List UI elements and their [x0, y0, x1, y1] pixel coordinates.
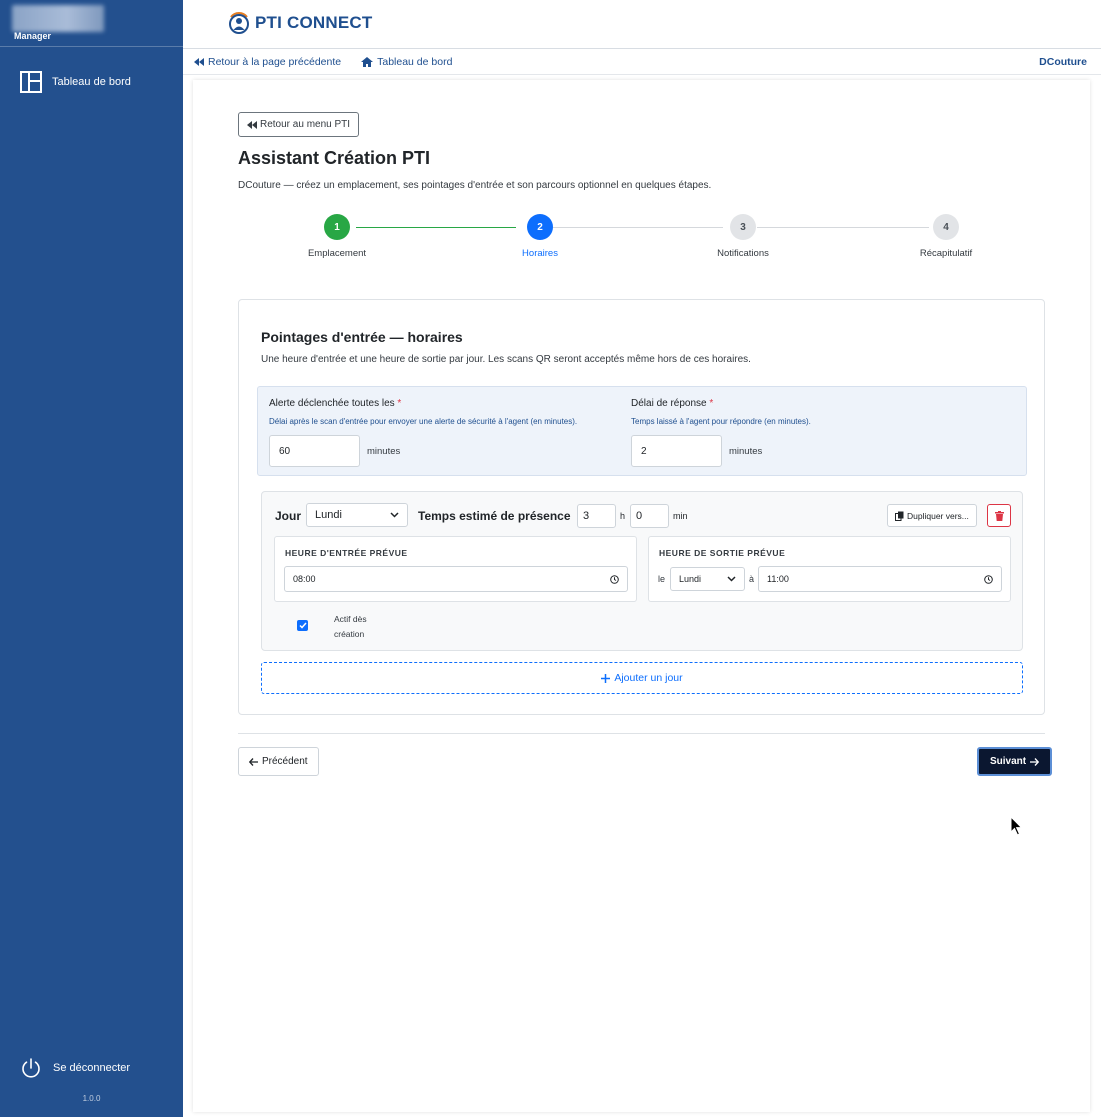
sidebar-item-label: Tableau de bord — [52, 76, 131, 88]
clock-icon — [984, 574, 993, 584]
entry-time-input[interactable]: 08:00 — [284, 566, 628, 592]
duplicate-day-button[interactable]: Dupliquer vers... — [887, 504, 977, 527]
back-to-pti-menu-button[interactable]: Retour au menu PTI — [238, 112, 360, 137]
response-delay-input[interactable]: 2 — [631, 435, 722, 467]
back-previous-page-link[interactable]: Retour à la page précédente — [194, 56, 341, 68]
blurred-brand-logo — [12, 5, 104, 32]
response-delay-help: Temps laissé à l'agent pour répondre (en… — [631, 417, 811, 426]
logout-label: Se déconnecter — [53, 1062, 131, 1074]
entry-schedule-section: Pointages d'entrée — horaires Une heure … — [238, 299, 1045, 715]
sidebar-item-dashboard[interactable]: Tableau de bord — [20, 71, 131, 93]
exit-time-title: HEURE DE SORTIE PRÉVUE — [659, 548, 786, 558]
step-recapitulatif[interactable]: 4 Récapitulatif — [886, 214, 1006, 259]
app-version: 1.0.0 — [82, 1094, 101, 1103]
entry-time-card: HEURE D'ENTRÉE PRÉVUE 08:00 — [274, 536, 637, 602]
alert-interval-help: Délai après le scan d'entrée pour envoye… — [269, 417, 578, 426]
exit-time-input[interactable]: 11:00 — [758, 566, 1002, 592]
estimated-presence-label: Temps estimé de présence — [418, 509, 571, 523]
response-delay-unit: minutes — [729, 446, 763, 457]
arrow-left-icon — [249, 757, 258, 766]
double-arrow-left-icon — [194, 58, 204, 66]
user-role: Manager — [14, 31, 52, 41]
sidebar: Manager Tableau de bord Se déconnecter 1… — [0, 0, 183, 1117]
step-circle: 2 — [527, 214, 553, 240]
section-subtitle: Une heure d'entrée et une heure de sorti… — [261, 354, 751, 365]
exit-day-select[interactable]: Lundi — [670, 567, 745, 591]
plus-icon — [601, 673, 611, 683]
step-notifications[interactable]: 3 Notifications — [683, 214, 803, 259]
brand-name: PTI CONNECT — [255, 13, 373, 32]
estimated-minutes-input[interactable]: 0 — [630, 504, 669, 528]
next-button[interactable]: Suivant — [977, 747, 1053, 776]
day-schedule-card: Jour Lundi Temps estimé de présence 3 h … — [261, 491, 1023, 651]
copy-icon — [895, 511, 904, 521]
add-day-button[interactable]: Ajouter un jour — [261, 662, 1023, 694]
day-label: Jour — [275, 509, 302, 523]
previous-button[interactable]: Précédent — [238, 747, 319, 776]
step-label: Emplacement — [307, 248, 367, 259]
minutes-unit: min — [673, 511, 688, 521]
alert-settings-panel: Alerte déclenchée toutes les * Délai apr… — [257, 386, 1027, 476]
active-on-creation-label: Actif dès création — [334, 614, 367, 639]
day-select[interactable]: Lundi — [306, 503, 408, 527]
brand-logo[interactable]: PTI CONNECT — [227, 11, 372, 35]
chevron-down-icon — [727, 576, 736, 582]
exit-day-prefix: le — [658, 574, 666, 584]
security-agent-logo-icon — [229, 12, 249, 34]
exit-time-card: HEURE DE SORTIE PRÉVUE le Lundi à 11:00 — [648, 536, 1011, 602]
top-bar: PTI CONNECT — [183, 0, 1101, 49]
step-horaires[interactable]: 2 Horaires — [480, 214, 600, 259]
step-circle: 3 — [730, 214, 756, 240]
step-label: Récapitulatif — [919, 248, 973, 259]
alert-interval-label: Alerte déclenchée toutes les * — [269, 398, 402, 409]
dashboard-layout-icon — [20, 71, 42, 93]
home-icon — [361, 57, 374, 67]
clock-icon — [610, 574, 619, 584]
sidebar-divider — [0, 46, 183, 47]
power-icon — [22, 1058, 40, 1078]
step-emplacement[interactable]: 1 Emplacement — [277, 214, 397, 259]
step-circle: 1 — [324, 214, 350, 240]
response-delay-label: Délai de réponse * — [631, 398, 714, 409]
logout-button[interactable]: Se déconnecter — [20, 1057, 130, 1079]
footer-divider — [238, 733, 1045, 734]
page-subtitle: DCouture — créez un emplacement, ses poi… — [238, 180, 712, 191]
dashboard-link[interactable]: Tableau de bord — [361, 56, 452, 68]
active-on-creation-checkbox[interactable] — [297, 620, 308, 631]
step-label: Horaires — [522, 248, 558, 259]
mouse-cursor-icon — [1010, 816, 1023, 836]
chevron-down-icon — [390, 512, 399, 518]
arrow-right-icon — [1030, 757, 1040, 766]
hours-unit: h — [620, 511, 626, 521]
trash-icon — [994, 510, 1004, 521]
delete-day-button[interactable] — [987, 504, 1011, 527]
section-title: Pointages d'entrée — horaires — [261, 329, 463, 345]
checkmark-icon — [298, 622, 307, 629]
double-arrow-left-icon — [247, 120, 257, 129]
alert-interval-unit: minutes — [367, 446, 401, 457]
breadcrumb: Retour à la page précédente Tableau de b… — [183, 50, 1101, 75]
wizard-card: Retour au menu PTI Assistant Création PT… — [193, 80, 1090, 1112]
current-user-name[interactable]: DCouture — [1039, 56, 1087, 68]
estimated-hours-input[interactable]: 3 — [577, 504, 616, 528]
step-circle: 4 — [933, 214, 959, 240]
exit-at-label: à — [749, 574, 755, 584]
entry-time-title: HEURE D'ENTRÉE PRÉVUE — [285, 548, 408, 558]
step-label: Notifications — [717, 248, 769, 259]
alert-interval-input[interactable]: 60 — [269, 435, 360, 467]
page-title: Assistant Création PTI — [238, 148, 431, 168]
